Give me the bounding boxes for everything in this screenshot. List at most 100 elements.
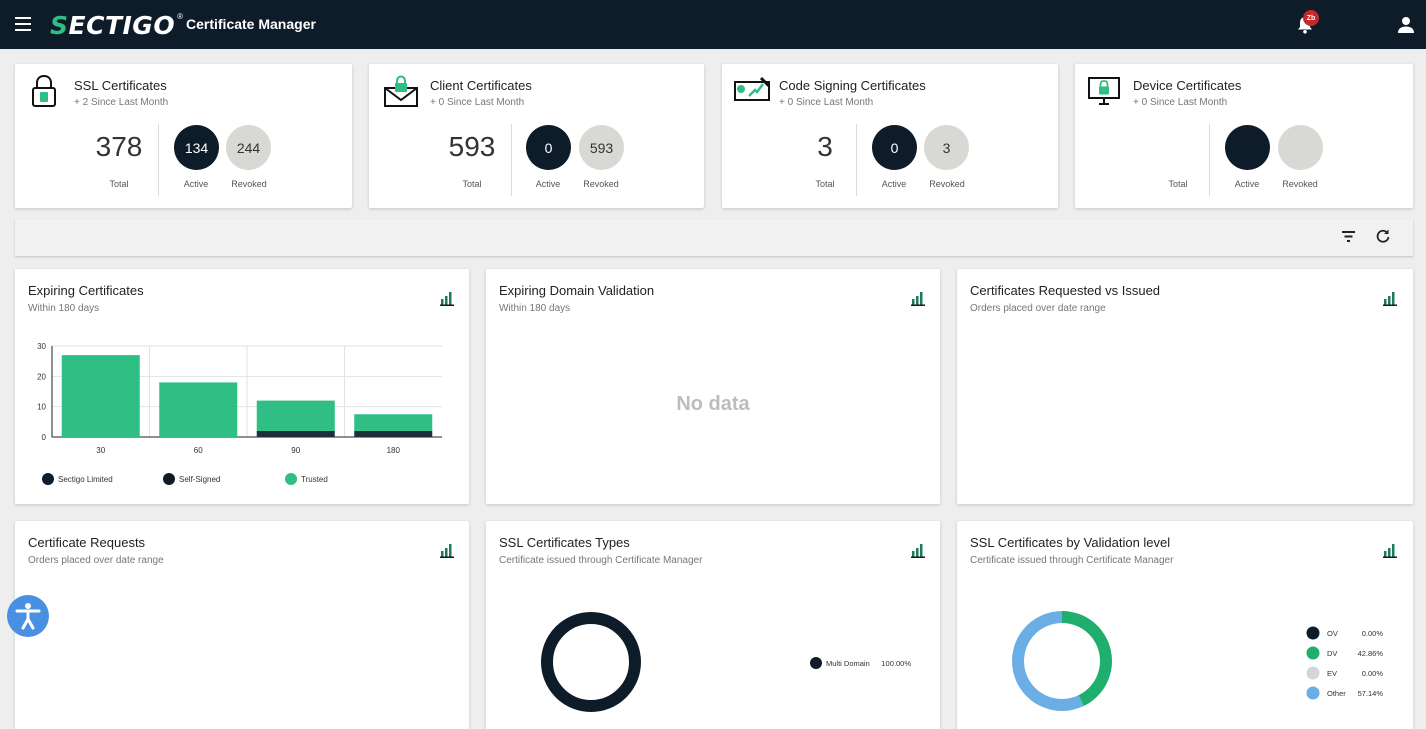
filter-toolbar: [15, 219, 1413, 256]
revoked-label: Revoked: [583, 179, 619, 189]
donut-slice: [1012, 611, 1084, 711]
total-count: 378: [95, 131, 143, 162]
legend-value: 57.14%: [1358, 689, 1384, 698]
active-label: Active: [1234, 179, 1260, 189]
widget-title: SSL Certificates by Validation level: [970, 535, 1171, 550]
revoked-count[interactable]: 244: [226, 125, 271, 170]
donut-slice: [541, 612, 641, 712]
bar-chart-icon[interactable]: [911, 291, 925, 306]
lock-icon: [32, 74, 56, 107]
widget-title: Certificate Requests: [28, 535, 146, 550]
sectigo-logo[interactable]: SECTIGO ®: [50, 9, 183, 41]
legend-dot: [1306, 686, 1320, 700]
bar-chart-icon[interactable]: [1383, 291, 1397, 306]
y-tick-label: 10: [37, 403, 46, 412]
legend-dot: [1306, 666, 1320, 680]
bar-chart-icon[interactable]: [911, 543, 925, 558]
total-label: Total: [109, 179, 129, 189]
widget-title: Certificates Requested vs Issued: [970, 283, 1161, 298]
total-count: 593: [448, 131, 496, 162]
widget-title: Expiring Domain Validation: [499, 283, 655, 298]
legend-label: DV: [1327, 649, 1337, 658]
expiring-domain-validation-widget: Expiring Domain Validation Within 180 da…: [486, 269, 940, 504]
bar-trusted: [159, 382, 238, 437]
card-subtitle: + 2 Since Last Month: [74, 97, 169, 108]
active-count[interactable]: 0: [526, 125, 571, 170]
accessibility-icon: [15, 603, 41, 630]
revoked-label: Revoked: [1282, 179, 1318, 189]
x-tick-label: 90: [291, 446, 300, 455]
device-certificates-card[interactable]: Device Certificates + 0 Since Last Month…: [1075, 64, 1413, 208]
revoked-label: Revoked: [231, 179, 267, 189]
filter-icon[interactable]: [1342, 231, 1355, 242]
active-label: Active: [183, 179, 209, 189]
user-account-icon[interactable]: [1397, 16, 1415, 34]
active-count[interactable]: 134: [174, 125, 219, 170]
card-subtitle: + 0 Since Last Month: [430, 97, 525, 108]
legend-dot: [1306, 626, 1320, 640]
card-subtitle: + 0 Since Last Month: [1133, 97, 1228, 108]
bar-trusted: [354, 414, 433, 431]
envelope-lock-icon: [384, 75, 418, 107]
divider: [158, 124, 159, 196]
refresh-icon[interactable]: [1376, 229, 1390, 243]
legend-dot: [810, 657, 822, 669]
card-title: Code Signing Certificates: [779, 78, 926, 93]
expiring-certificates-bar-chart: 0 10 20 30 30 60 90 180 Sectigo Limited Self-Sign…: [37, 342, 442, 485]
total-label: Total: [462, 179, 482, 189]
divider: [1209, 124, 1210, 196]
card-title: Device Certificates: [1133, 78, 1242, 93]
revoked-count[interactable]: [1278, 125, 1323, 170]
bar-trusted: [256, 400, 335, 431]
widget-subtitle: Orders placed over date range: [970, 303, 1106, 314]
legend-value: 0.00%: [1362, 669, 1384, 678]
legend-dot: [1306, 646, 1320, 660]
divider: [511, 124, 512, 196]
card-subtitle: + 0 Since Last Month: [779, 97, 874, 108]
y-tick-label: 20: [37, 372, 46, 381]
client-certificates-card[interactable]: Client Certificates + 0 Since Last Month…: [369, 64, 704, 208]
card-title: SSL Certificates: [74, 78, 167, 93]
notification-badge[interactable]: Zb: [1303, 10, 1319, 26]
bar-trusted: [61, 355, 140, 437]
code-signing-certificates-card[interactable]: Code Signing Certificates + 0 Since Last…: [722, 64, 1058, 208]
donut-slice: [1062, 611, 1112, 707]
validation-level-donut-chart: OV 0.00% DV 42.86% EV 0.00% Other 57.14%: [1012, 611, 1384, 711]
legend-value: 42.86%: [1358, 649, 1384, 658]
revoked-count[interactable]: 593: [579, 125, 624, 170]
y-tick-label: 30: [37, 342, 46, 351]
bar-chart-icon[interactable]: [440, 543, 454, 558]
certificate-requests-widget: Certificate Requests Orders placed over …: [15, 521, 469, 729]
accessibility-button[interactable]: [7, 595, 49, 637]
legend-label: Self-Signed: [179, 475, 220, 484]
active-label: Active: [881, 179, 907, 189]
legend-label: Sectigo Limited: [58, 475, 113, 484]
top-app-bar: SECTIGO ® Certificate Manager Zb: [0, 0, 1426, 49]
widget-subtitle: Certificate issued through Certificate M…: [970, 555, 1174, 566]
legend-dot: [163, 473, 175, 485]
ssl-certificates-card[interactable]: SSL Certificates + 2 Since Last Month 37…: [15, 64, 352, 208]
active-label: Active: [535, 179, 561, 189]
legend-label: Trusted: [301, 475, 328, 484]
x-tick-label: 30: [96, 446, 105, 455]
active-count[interactable]: [1225, 125, 1270, 170]
revoked-label: Revoked: [929, 179, 965, 189]
legend-value: 0.00%: [1362, 629, 1384, 638]
widget-subtitle: Within 180 days: [28, 303, 100, 314]
requested-vs-issued-widget: Certificates Requested vs Issued Orders …: [957, 269, 1413, 504]
legend-dot: [42, 473, 54, 485]
y-tick-label: 0: [42, 433, 47, 442]
legend-label: Other: [1327, 689, 1346, 698]
monitor-lock-icon: [1088, 77, 1120, 105]
revoked-count[interactable]: 3: [924, 125, 969, 170]
x-tick-label: 60: [194, 446, 203, 455]
bar-chart-icon[interactable]: [440, 291, 454, 306]
bar-chart-icon[interactable]: [1383, 543, 1397, 558]
card-title: Client Certificates: [430, 78, 532, 93]
active-count[interactable]: 0: [872, 125, 917, 170]
bar-self-signed: [256, 430, 335, 437]
legend-label: OV: [1327, 629, 1338, 638]
menu-icon[interactable]: [15, 17, 31, 31]
ssl-certificate-types-widget: SSL Certificates Types Certificate issue…: [486, 521, 940, 729]
bar-self-signed: [354, 430, 433, 437]
